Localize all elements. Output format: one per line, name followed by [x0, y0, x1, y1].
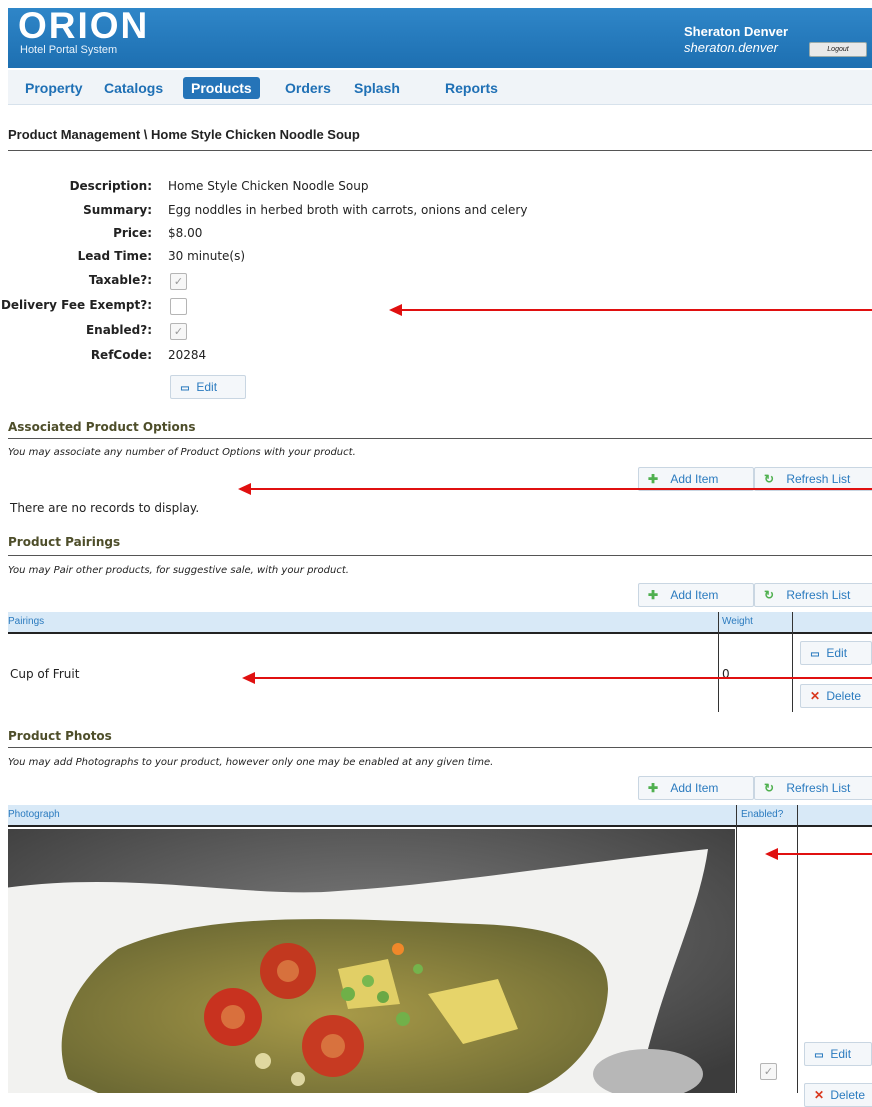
- product-photo: [8, 829, 735, 1093]
- add-icon: ✚: [647, 472, 659, 486]
- options-divider: [8, 438, 872, 439]
- edit-icon: ▭: [180, 383, 190, 394]
- nav-catalogs[interactable]: Catalogs: [96, 77, 171, 99]
- options-section-note: You may associate any number of Product …: [8, 447, 356, 458]
- photos-add-label: Add Item: [670, 781, 719, 795]
- edit-icon: ▭: [810, 649, 820, 660]
- hotel-name: Sheraton Denver: [684, 24, 789, 39]
- pairings-grid-divider: [792, 612, 793, 712]
- pairing-edit-label: Edit: [826, 646, 848, 660]
- pairings-grid-divider: [718, 612, 719, 712]
- column-header-enabled[interactable]: Enabled?: [741, 809, 783, 820]
- edit-icon: ▭: [814, 1050, 824, 1061]
- nav-property[interactable]: Property: [17, 77, 91, 99]
- photo-enabled-checkbox[interactable]: ✓: [760, 1063, 777, 1080]
- delete-icon: ✕: [813, 1088, 825, 1102]
- logout-button[interactable]: Logout: [809, 42, 867, 57]
- refcode-value: 20284: [168, 348, 207, 362]
- price-label: Price:: [113, 226, 152, 240]
- refresh-icon: ↻: [763, 472, 775, 486]
- photos-grid-divider: [736, 805, 737, 1093]
- annotation-arrow-head: [389, 304, 402, 316]
- refcode-label: RefCode:: [90, 348, 152, 362]
- add-icon: ✚: [647, 781, 659, 795]
- breadcrumb: Product Management \ Home Style Chicken …: [8, 127, 360, 142]
- photos-add-item-button[interactable]: ✚ Add Item: [638, 776, 754, 800]
- annotation-arrow-head: [242, 672, 255, 684]
- pairings-section-note: You may Pair other products, for suggest…: [8, 565, 349, 576]
- options-add-label: Add Item: [670, 472, 719, 486]
- breadcrumb-divider: [8, 150, 872, 151]
- pairing-name: Cup of Fruit: [10, 667, 80, 681]
- product-edit-label: Edit: [196, 380, 218, 394]
- photo-delete-button[interactable]: ✕ Delete: [804, 1083, 872, 1107]
- pairings-section-title: Product Pairings: [8, 535, 121, 549]
- pairings-divider: [8, 555, 872, 556]
- lead-time-label: Lead Time:: [77, 249, 152, 263]
- photos-section-title: Product Photos: [8, 729, 112, 743]
- photos-refresh-label: Refresh List: [786, 781, 851, 795]
- enabled-checkbox[interactable]: ✓: [170, 323, 187, 340]
- delivery-fee-exempt-label: Delivery Fee Exempt?:: [0, 298, 152, 312]
- column-header-pairings[interactable]: Pairings: [8, 616, 44, 627]
- options-empty-message: There are no records to display.: [10, 501, 200, 515]
- photo-delete-label: Delete: [830, 1088, 866, 1102]
- pairings-refresh-label: Refresh List: [786, 588, 851, 602]
- summary-label: Summary:: [83, 203, 152, 217]
- nav-products[interactable]: Products: [183, 77, 260, 99]
- taxable-label: Taxable?:: [88, 273, 152, 287]
- annotation-arrow-head: [238, 483, 251, 495]
- options-refresh-label: Refresh List: [786, 472, 851, 486]
- pairing-edit-button[interactable]: ▭ Edit: [800, 641, 872, 665]
- orion-logo[interactable]: ORION: [18, 7, 149, 44]
- photos-section-note: You may add Photographs to your product,…: [8, 757, 494, 768]
- lead-time-value: 30 minute(s): [168, 249, 246, 263]
- photos-grid-divider: [797, 805, 798, 1093]
- photo-edit-label: Edit: [830, 1047, 852, 1061]
- pairings-grid-header: Pairings Weight: [8, 612, 872, 634]
- options-section-title: Associated Product Options: [8, 420, 196, 434]
- pairing-delete-label: Delete: [826, 689, 862, 703]
- refresh-icon: ↻: [763, 588, 775, 602]
- column-header-photograph[interactable]: Photograph: [8, 809, 60, 820]
- annotation-arrow: [778, 853, 872, 855]
- annotation-arrow: [402, 309, 872, 311]
- annotation-arrow: [255, 677, 872, 679]
- nav-splash[interactable]: Splash: [346, 77, 408, 99]
- photo-edit-button[interactable]: ▭ Edit: [804, 1042, 872, 1066]
- enabled-label: Enabled?:: [85, 323, 152, 337]
- delivery-fee-exempt-checkbox[interactable]: [170, 298, 187, 315]
- photos-refresh-list-button[interactable]: ↻ Refresh List: [754, 776, 872, 800]
- add-icon: ✚: [647, 588, 659, 602]
- photos-divider: [8, 747, 872, 748]
- pairing-delete-button[interactable]: ✕ Delete: [800, 684, 872, 708]
- pairings-add-label: Add Item: [670, 588, 719, 602]
- username: sheraton.denver: [684, 40, 778, 55]
- pairings-add-item-button[interactable]: ✚ Add Item: [638, 583, 754, 607]
- summary-value: Egg noddles in herbed broth with carrots…: [168, 203, 528, 217]
- pairings-refresh-list-button[interactable]: ↻ Refresh List: [754, 583, 872, 607]
- description-value: Home Style Chicken Noodle Soup: [168, 179, 369, 193]
- annotation-arrow-head: [765, 848, 778, 860]
- delete-icon: ✕: [809, 689, 821, 703]
- refresh-icon: ↻: [763, 781, 775, 795]
- nav-orders[interactable]: Orders: [277, 77, 339, 99]
- logo-subtitle: Hotel Portal System: [20, 44, 118, 56]
- nav-reports[interactable]: Reports: [437, 77, 506, 99]
- taxable-checkbox[interactable]: ✓: [170, 273, 187, 290]
- description-label: Description:: [69, 179, 152, 193]
- annotation-arrow: [251, 488, 872, 490]
- photos-grid-header: Photograph Enabled?: [8, 805, 872, 827]
- column-header-weight[interactable]: Weight: [722, 616, 753, 627]
- product-edit-button[interactable]: ▭ Edit: [170, 375, 246, 399]
- price-value: $8.00: [168, 226, 203, 240]
